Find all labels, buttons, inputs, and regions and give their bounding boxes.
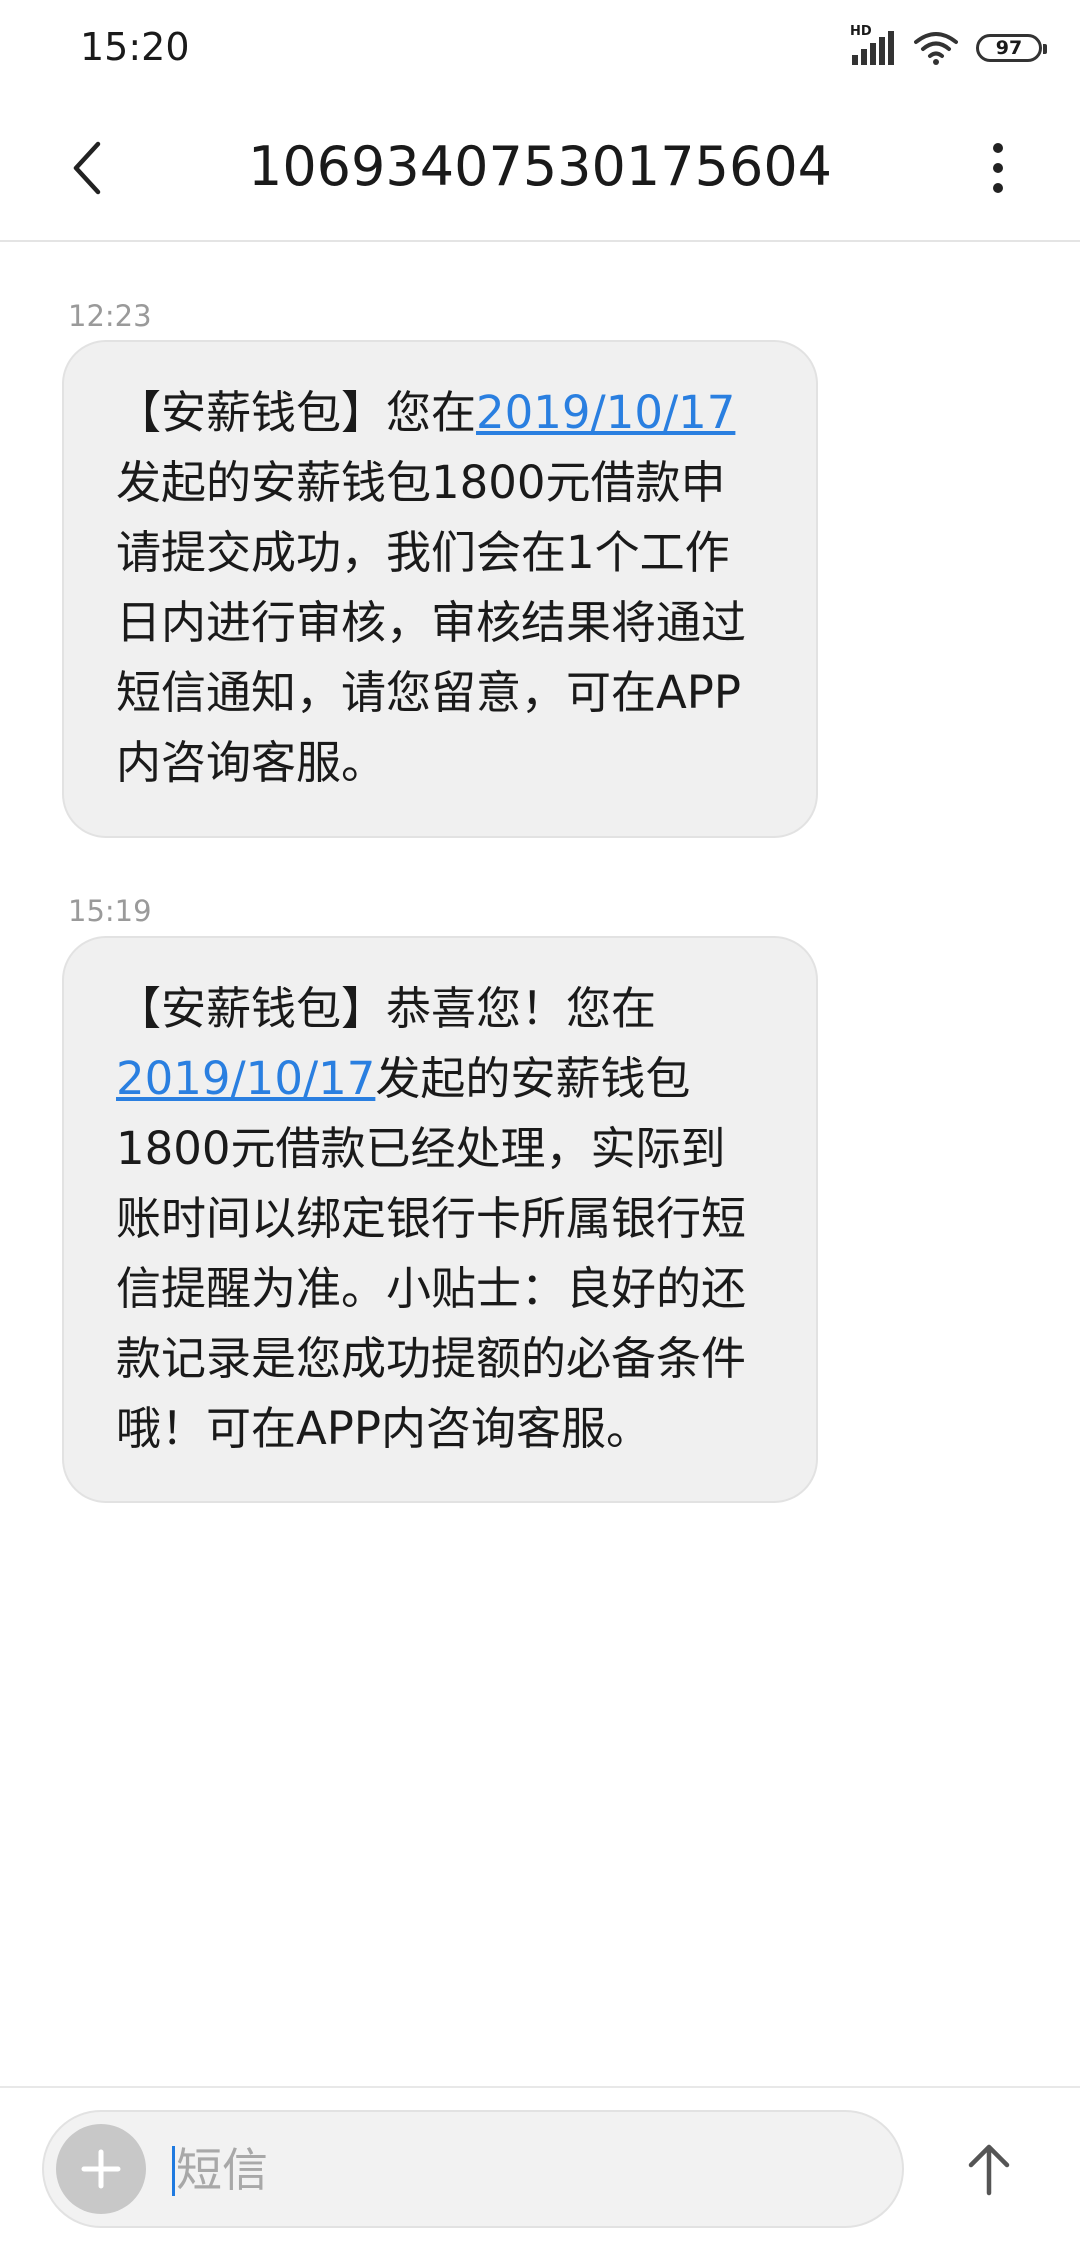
battery-icon: 97 <box>976 34 1047 62</box>
date-link[interactable]: 2019/10/17 <box>476 386 735 439</box>
signal-icon <box>852 31 894 65</box>
message-timestamp: 12:23 <box>68 299 152 333</box>
message-text: 发起的安薪钱包1800元借款已经处理，实际到账时间以绑定银行卡所属银行短信提醒为… <box>116 1052 747 1455</box>
sms-input[interactable] <box>176 2130 856 2210</box>
send-button[interactable] <box>944 2124 1034 2214</box>
composer-pill <box>42 2110 904 2228</box>
sms-conversation-screen: 15:20 HD 97 10693407530175604 12:23 【安薪钱… <box>0 0 1080 2248</box>
arrow-up-icon <box>968 2144 1010 2196</box>
conversation-header: 10693407530175604 <box>0 100 1080 242</box>
more-vertical-icon <box>993 143 1003 193</box>
back-button[interactable] <box>52 132 124 204</box>
plus-icon <box>81 2149 121 2189</box>
message-composer <box>0 2086 1080 2248</box>
more-options-button[interactable] <box>962 132 1034 204</box>
message-text: 【安薪钱包】您在 <box>116 386 477 439</box>
wifi-icon <box>914 32 958 65</box>
status-bar: 15:20 HD 97 <box>0 0 1080 100</box>
signal-indicator: HD <box>850 25 896 67</box>
conversation-title: 10693407530175604 <box>247 135 833 198</box>
message-bubble[interactable]: 【安薪钱包】您在2019/10/17 发起的安薪钱包1800元借款申请提交成功，我… <box>62 340 818 838</box>
add-attachment-button[interactable] <box>56 2124 146 2214</box>
message-timestamp: 15:19 <box>68 894 152 928</box>
message-bubble[interactable]: 【安薪钱包】恭喜您！您在 2019/10/17发起的安薪钱包1800元借款已经处理… <box>62 936 818 1503</box>
battery-level: 97 <box>995 37 1023 59</box>
status-icons: HD 97 <box>850 25 1047 70</box>
date-link[interactable]: 2019/10/17 <box>116 1052 375 1105</box>
message-text: 【安薪钱包】恭喜您！您在 <box>116 982 657 1035</box>
status-time: 15:20 <box>80 25 190 69</box>
battery-nub <box>1043 44 1047 54</box>
text-caret <box>172 2146 175 2196</box>
message-text: 发起的安薪钱包1800元借款申请提交成功，我们会在1个工作日内进行审核，审核结果… <box>116 456 747 789</box>
chevron-left-icon <box>73 141 101 195</box>
